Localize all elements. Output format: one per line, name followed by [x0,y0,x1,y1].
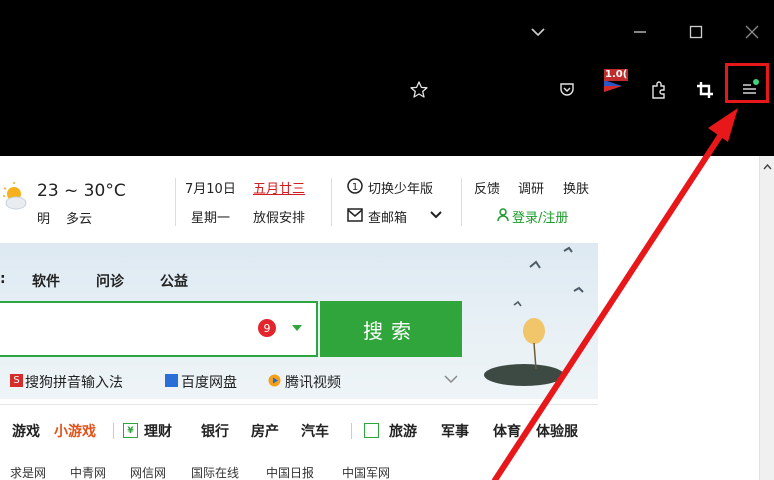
annotation-arrow [492,108,738,480]
